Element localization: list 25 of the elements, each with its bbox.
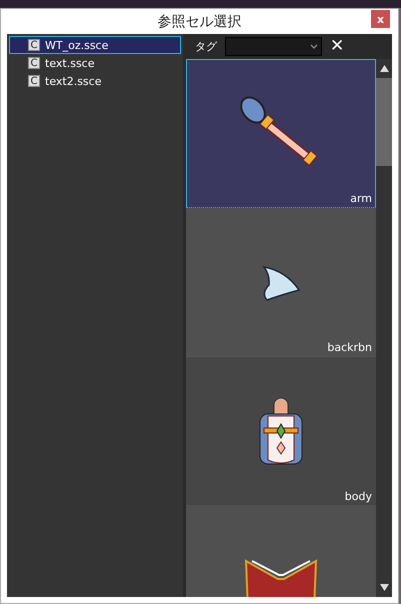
cell-tile[interactable]: body <box>186 357 376 506</box>
cell-name: arm <box>350 192 372 205</box>
file-name: text.ssce <box>45 56 94 70</box>
file-item[interactable]: C text.ssce <box>9 54 181 72</box>
scroll-down-icon <box>380 584 388 591</box>
file-type-icon: C <box>28 75 40 87</box>
scrollbar[interactable] <box>376 59 392 597</box>
chevron-icon <box>310 44 318 49</box>
scroll-thumb[interactable] <box>376 78 392 166</box>
close-button[interactable]: x <box>371 10 390 28</box>
file-name: text2.ssce <box>45 74 102 88</box>
file-type-icon: C <box>28 39 40 51</box>
clear-button[interactable]: ✕ <box>328 38 346 55</box>
cell-name: body <box>344 490 372 503</box>
tag-label: タグ <box>195 39 218 54</box>
cell-name: backrbn <box>327 341 372 354</box>
cell-tile[interactable]: backrbn <box>186 208 376 357</box>
window-title: 参照セル選択 <box>158 12 242 30</box>
cell-tile[interactable]: arm <box>186 59 376 208</box>
file-item[interactable]: C WT_oz.ssce <box>9 36 181 54</box>
file-item[interactable]: C text2.ssce <box>9 72 181 90</box>
scroll-up-icon <box>380 65 388 72</box>
file-name: WT_oz.ssce <box>45 38 108 52</box>
ribbon-icon <box>261 264 301 300</box>
file-type-icon: C <box>28 57 40 69</box>
